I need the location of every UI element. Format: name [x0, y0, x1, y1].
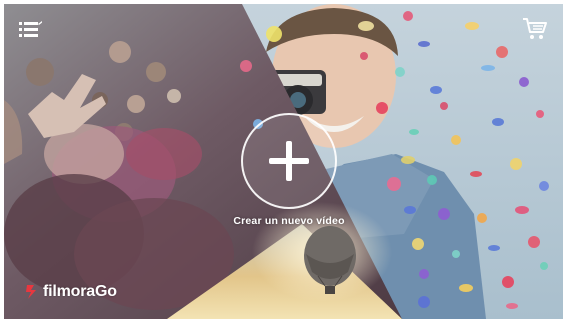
- shopping-cart-icon: [523, 18, 547, 39]
- home-screen: Crear un nuevo vídeo filmoraGo: [4, 4, 563, 319]
- brand-name: filmoraGo: [43, 283, 117, 300]
- create-video-button[interactable]: [241, 113, 337, 209]
- create-new-video: Crear un nuevo vídeo: [233, 113, 344, 243]
- filmorago-logo-icon: [26, 285, 36, 299]
- app-logo: filmoraGo: [24, 283, 117, 301]
- cart-button[interactable]: [521, 16, 549, 42]
- menu-button[interactable]: [18, 19, 44, 41]
- plus-icon: [269, 141, 309, 181]
- create-video-label[interactable]: Crear un nuevo vídeo: [233, 215, 344, 227]
- list-menu-icon: [19, 21, 42, 37]
